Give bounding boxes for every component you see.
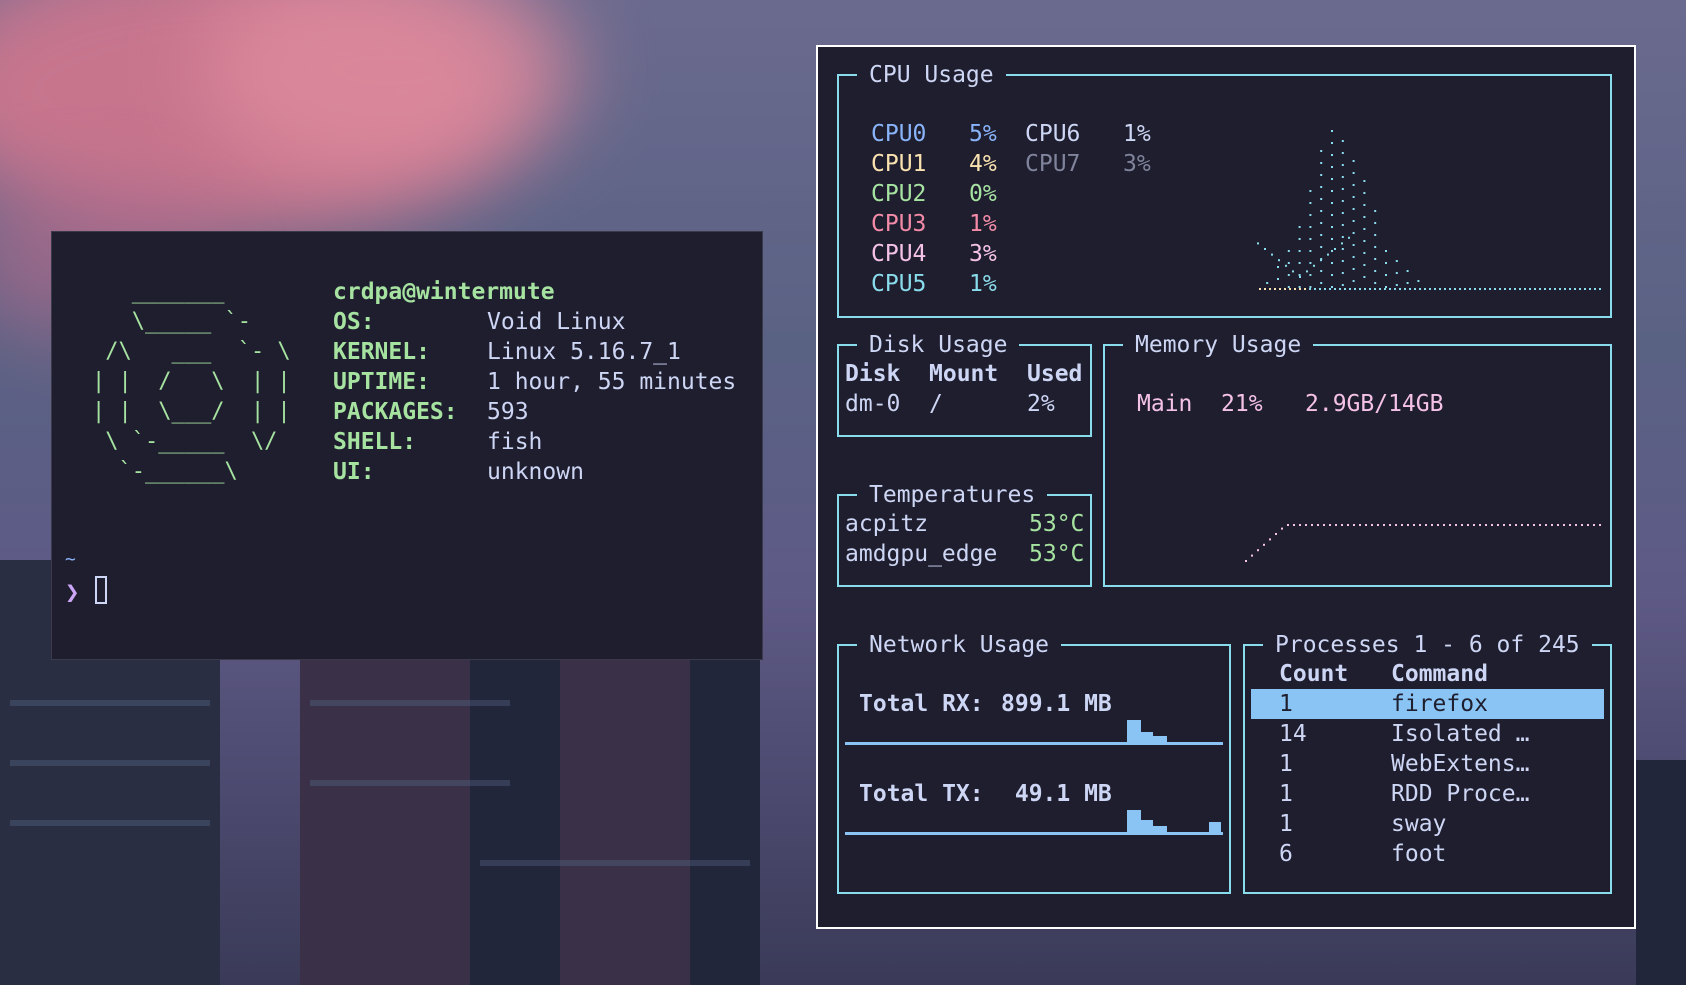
disk-used-cell: 2% bbox=[1027, 391, 1055, 417]
cpu-core-1-value: 4% bbox=[969, 151, 997, 177]
bottom-monitor-window[interactable]: CPU Usage CPU0 5% CPU1 4% CPU2 0% CPU3 1% CPU4 3%… bbox=[816, 45, 1636, 929]
disk-column-used: Used bbox=[1027, 361, 1083, 387]
process-command: firefox bbox=[1391, 691, 1488, 717]
network-tx-graph bbox=[845, 810, 1223, 835]
process-command: sway bbox=[1391, 811, 1447, 837]
cpu-core-7-value: 3% bbox=[1123, 151, 1151, 177]
processes-title: Processes 1 - 6 of 245 bbox=[1263, 630, 1592, 660]
temp-sensor-acpitz: acpitz bbox=[845, 511, 929, 537]
network-rx-value: 899.1 MB bbox=[1001, 691, 1112, 717]
temperatures-title: Temperatures bbox=[857, 480, 1048, 510]
disk-column-mount: Mount bbox=[929, 361, 999, 387]
process-row[interactable]: 1 sway bbox=[1251, 809, 1604, 839]
cpu-core-3-value: 1% bbox=[969, 211, 997, 237]
temp-value-acpitz: 53°C bbox=[1029, 511, 1085, 537]
process-count: 6 bbox=[1279, 841, 1293, 867]
network-usage-panel: Network Usage Total RX: 899.1 MB Total T… bbox=[837, 630, 1231, 894]
process-row[interactable]: 6 foot bbox=[1251, 839, 1604, 869]
process-row[interactable]: 14 Isolated … bbox=[1251, 719, 1604, 749]
memory-usage-graph bbox=[1245, 524, 1601, 562]
cpu-usage-panel: CPU Usage CPU0 5% CPU1 4% CPU2 0% CPU3 1% CPU4 3%… bbox=[837, 60, 1612, 318]
network-usage-title: Network Usage bbox=[857, 630, 1062, 660]
cpu-core-2-value: 0% bbox=[969, 181, 997, 207]
process-count: 1 bbox=[1279, 751, 1293, 777]
disk-usage-title: Disk Usage bbox=[857, 330, 1020, 360]
cpu-core-3-label: CPU3 bbox=[871, 211, 927, 237]
network-rx-graph bbox=[845, 720, 1223, 745]
cpu-core-6-label: CPU6 bbox=[1025, 121, 1081, 147]
network-tx-value: 49.1 MB bbox=[1001, 781, 1112, 807]
memory-label: Main bbox=[1137, 391, 1193, 417]
cpu-core-4-label: CPU4 bbox=[871, 241, 927, 267]
current-directory: ~ bbox=[65, 549, 76, 570]
info-row-ui: UI: unknown bbox=[333, 459, 584, 485]
temp-value-amdgpu: 53°C bbox=[1029, 541, 1085, 567]
user-host: crdpa@wintermute bbox=[333, 279, 555, 305]
process-column-count[interactable]: Count bbox=[1279, 659, 1348, 689]
void-linux-ascii-logo: _______ \_____ `- /\ ___ `- \ | | / \ | … bbox=[92, 279, 291, 484]
info-row-shell: SHELL: fish bbox=[333, 429, 543, 455]
terminal-window[interactable]: _______ \_____ `- /\ ___ `- \ | | / \ | … bbox=[51, 231, 763, 660]
cpu-core-7-label: CPU7 bbox=[1025, 151, 1081, 177]
process-command: foot bbox=[1391, 841, 1447, 867]
cpu-core-5-value: 1% bbox=[969, 271, 997, 297]
process-count: 1 bbox=[1279, 691, 1293, 717]
process-column-command[interactable]: Command bbox=[1391, 659, 1488, 689]
memory-usage-title: Memory Usage bbox=[1123, 330, 1314, 360]
process-count: 1 bbox=[1279, 811, 1293, 837]
cpu-core-4-value: 3% bbox=[969, 241, 997, 267]
disk-name-cell: dm-0 bbox=[845, 391, 901, 417]
process-command: RDD Proce… bbox=[1391, 781, 1530, 807]
cpu-core-0-value: 5% bbox=[969, 121, 997, 147]
process-count: 1 bbox=[1279, 781, 1293, 807]
process-command: WebExtens… bbox=[1391, 751, 1530, 777]
network-tx-label: Total TX: bbox=[859, 781, 984, 807]
temp-sensor-amdgpu: amdgpu_edge bbox=[845, 541, 998, 567]
text-cursor[interactable] bbox=[95, 576, 107, 604]
system-info: crdpa@wintermute OS: Void Linux KERNEL: Li… bbox=[333, 277, 736, 487]
temperatures-panel: Temperatures acpitz 53°C amdgpu_edge 53°… bbox=[837, 480, 1092, 587]
memory-percent: 21% bbox=[1221, 391, 1263, 417]
cpu-core-0-label: CPU0 bbox=[871, 121, 927, 147]
process-command: Isolated … bbox=[1391, 721, 1530, 747]
cpu-usage-graph bbox=[1257, 130, 1601, 290]
cpu-core-2-label: CPU2 bbox=[871, 181, 927, 207]
processes-panel: Processes 1 - 6 of 245 Count Command 1 fi… bbox=[1243, 630, 1612, 894]
cpu-core-5-label: CPU5 bbox=[871, 271, 927, 297]
disk-column-disk: Disk bbox=[845, 361, 901, 387]
memory-amount: 2.9GB/14GB bbox=[1305, 391, 1444, 417]
disk-usage-panel: Disk Usage Disk Mount Used dm-0 / 2% bbox=[837, 330, 1092, 437]
info-row-packages: PACKAGES: 593 bbox=[333, 399, 529, 425]
memory-usage-panel: Memory Usage Main 21% 2.9GB/14GB bbox=[1103, 330, 1612, 587]
process-row[interactable]: 1 RDD Proce… bbox=[1251, 779, 1604, 809]
process-row[interactable]: 1 firefox bbox=[1251, 689, 1604, 719]
cpu-core-6-value: 1% bbox=[1123, 121, 1151, 147]
process-count: 14 bbox=[1279, 721, 1307, 747]
cpu-core-1-label: CPU1 bbox=[871, 151, 927, 177]
info-row-kernel: KERNEL: Linux 5.16.7_1 bbox=[333, 339, 681, 365]
cpu-usage-title: CPU Usage bbox=[857, 60, 1006, 90]
shell-prompt-symbol: ❯ bbox=[65, 578, 80, 606]
info-row-uptime: UPTIME: 1 hour, 55 minutes bbox=[333, 369, 737, 395]
disk-mount-cell: / bbox=[929, 391, 943, 417]
network-rx-label: Total RX: bbox=[859, 691, 984, 717]
info-row-os: OS: Void Linux bbox=[333, 309, 626, 335]
process-row[interactable]: 1 WebExtens… bbox=[1251, 749, 1604, 779]
